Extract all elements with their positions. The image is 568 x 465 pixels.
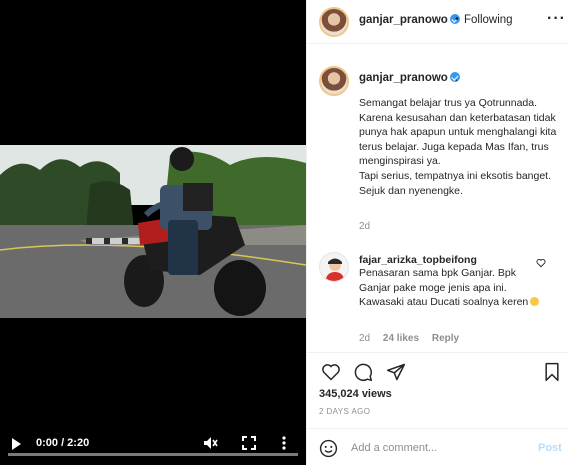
bookmark-icon[interactable]	[543, 362, 561, 385]
more-icon[interactable]	[281, 435, 287, 454]
following-button[interactable]: Following	[464, 14, 513, 26]
header-username[interactable]: ganjar_pranowo	[359, 14, 448, 26]
reply-button[interactable]: Reply	[432, 333, 459, 344]
post-date[interactable]: 2 DAYS AGO	[319, 407, 370, 416]
caption-period: .	[455, 72, 459, 84]
header-separator: •	[455, 13, 459, 25]
video-frame[interactable]	[0, 145, 306, 318]
heart-icon[interactable]	[321, 362, 341, 385]
play-icon[interactable]	[12, 438, 21, 450]
share-icon[interactable]	[386, 362, 406, 385]
mute-icon[interactable]	[202, 435, 218, 454]
caption-username-wrap[interactable]: ganjar_pranowo	[359, 72, 460, 84]
smile-emoji-icon	[530, 297, 540, 307]
video-controls: 0:00 / 2:20	[0, 427, 306, 465]
comment-likes[interactable]: 24 likes	[383, 333, 419, 344]
post-button[interactable]: Post	[538, 442, 562, 454]
video-player[interactable]: 0:00 / 2:20	[0, 0, 306, 465]
add-comment-bar: Post	[307, 428, 568, 465]
comment-input[interactable]	[351, 438, 526, 458]
post-actions	[307, 352, 568, 388]
fullscreen-icon[interactable]	[242, 436, 256, 453]
post-header: ganjar_pranowo • Following ···	[307, 0, 568, 44]
comment-icon[interactable]	[353, 362, 373, 385]
caption-username[interactable]: ganjar_pranowo	[359, 72, 448, 84]
comment-avatar[interactable]	[319, 252, 349, 282]
view-count[interactable]: 345,024 views	[319, 388, 392, 400]
post-panel: ganjar_pranowo • Following ··· ganjar_pr…	[306, 0, 568, 465]
video-progress-bar[interactable]	[8, 453, 298, 456]
like-comment-heart-icon[interactable]	[536, 258, 546, 271]
comment-username[interactable]: fajar_arizka_topbeifong	[359, 254, 477, 266]
comment-meta: 2d 24 likes Reply	[359, 333, 469, 344]
caption-timestamp[interactable]: 2d	[359, 221, 370, 232]
comment-timestamp[interactable]: 2d	[359, 333, 370, 344]
comment-text: Penasaran sama bpk Ganjar. Bpk Ganjar pa…	[359, 266, 544, 310]
more-options-icon[interactable]: ···	[547, 10, 566, 28]
emoji-icon[interactable]	[319, 439, 338, 461]
caption-avatar[interactable]	[319, 66, 349, 96]
header-username-wrap[interactable]: ganjar_pranowo	[359, 14, 460, 26]
avatar[interactable]	[319, 7, 349, 37]
video-time: 0:00 / 2:20	[36, 437, 90, 449]
comment-body: Penasaran sama bpk Ganjar. Bpk Ganjar pa…	[359, 267, 529, 309]
caption-text: Semangat belajar trus ya Qotrunnada. Kar…	[359, 97, 557, 197]
